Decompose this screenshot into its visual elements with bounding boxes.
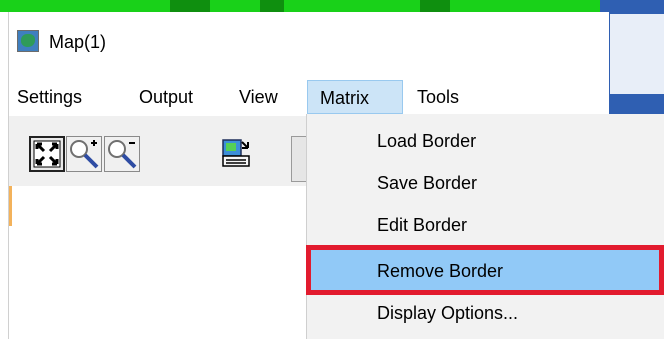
menu-item-load-border[interactable]: Load Border: [307, 120, 664, 162]
zoom-in-icon: [70, 140, 99, 169]
background-green-strip: [0, 0, 664, 12]
menu-item-display-options[interactable]: Display Options...: [307, 292, 664, 334]
menu-matrix[interactable]: Matrix: [307, 80, 403, 114]
export-button[interactable]: [218, 136, 254, 172]
menu-item-remove-border[interactable]: Remove Border: [307, 250, 664, 292]
zoom-out-icon: [108, 140, 137, 169]
window-title: Map(1): [49, 32, 107, 52]
menu-bar: Settings Output View Matrix Tools: [9, 80, 609, 114]
zoom-out-button[interactable]: [104, 136, 140, 172]
menu-output[interactable]: Output: [131, 80, 201, 114]
export-icon: [222, 139, 250, 167]
menu-item-edit-border[interactable]: Edit Border: [307, 204, 664, 246]
menu-item-save-border[interactable]: Save Border: [307, 162, 664, 204]
menu-tools[interactable]: Tools: [409, 80, 467, 114]
matrix-dropdown-menu: Load Border Save Border Edit Border Remo…: [306, 114, 664, 339]
menu-view[interactable]: View: [231, 80, 286, 114]
map-icon: [17, 30, 39, 52]
zoom-in-button[interactable]: [66, 136, 102, 172]
title-bar[interactable]: Map(1): [9, 12, 609, 66]
menu-settings[interactable]: Settings: [9, 80, 90, 114]
zoom-fit-icon: [33, 140, 61, 168]
zoom-fit-button[interactable]: [29, 136, 65, 172]
